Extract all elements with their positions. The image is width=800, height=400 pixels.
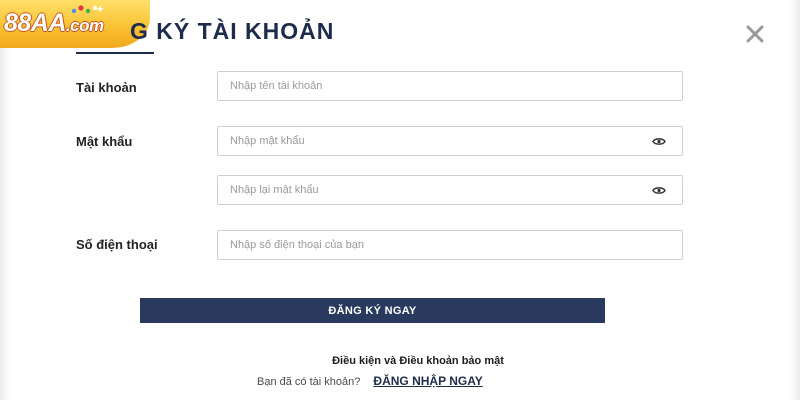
logo-suffix: .com xyxy=(65,16,104,35)
logo-wordmark: 88AA.com xyxy=(4,9,104,38)
phone-input[interactable] xyxy=(218,231,682,259)
account-label: Tài khoản xyxy=(76,80,137,95)
logo-name: 88AA xyxy=(4,9,66,37)
modal-right-shadow xyxy=(790,0,800,400)
login-prompt-row: Bạn đã có tài khoản? ĐĂNG NHẬP NGAY xyxy=(257,374,483,388)
close-icon[interactable] xyxy=(745,24,765,44)
login-link[interactable]: ĐĂNG NHẬP NGAY xyxy=(373,374,482,388)
password-input[interactable] xyxy=(218,127,682,155)
confirm-password-input[interactable] xyxy=(218,176,682,204)
have-account-text: Bạn đã có tài khoản? xyxy=(257,376,361,388)
password-label: Mật khẩu xyxy=(76,134,133,149)
password-field xyxy=(217,126,683,156)
confirm-password-field xyxy=(217,175,683,205)
brand-logo: 88AA.com xyxy=(0,0,150,48)
terms-link[interactable]: Điều kiện và Điều khoản bảo mật xyxy=(0,355,800,367)
title-underline xyxy=(76,52,154,54)
register-modal: 88AA.com G KÝ TÀI KHOẢN Tài khoản Mật kh… xyxy=(0,0,800,400)
register-button[interactable]: ĐĂNG KÝ NGAY xyxy=(140,298,605,323)
phone-field xyxy=(217,230,683,260)
eye-icon[interactable] xyxy=(652,137,666,146)
account-input[interactable] xyxy=(218,72,682,100)
page-title: G KÝ TÀI KHOẢN xyxy=(130,18,335,44)
eye-icon[interactable] xyxy=(652,186,666,195)
phone-label: Số điện thoại xyxy=(76,237,158,252)
account-field xyxy=(217,71,683,101)
modal-left-shadow xyxy=(0,0,10,400)
